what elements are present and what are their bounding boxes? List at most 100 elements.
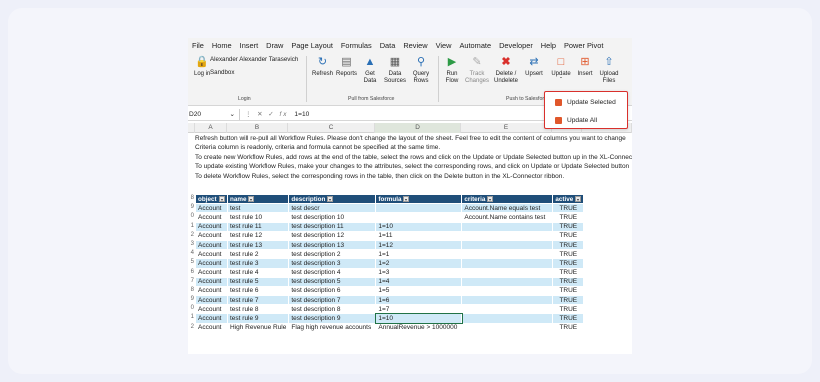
row-number[interactable]: 0 (188, 304, 194, 313)
header-object[interactable]: object (195, 193, 228, 205)
table-cell[interactable]: test description 11 (288, 221, 377, 232)
row-number[interactable]: 9 (188, 295, 194, 304)
menu-item[interactable]: Power Pivot (564, 41, 603, 50)
table-cell[interactable]: 1=2 (375, 258, 463, 269)
row-number[interactable]: 3 (188, 240, 194, 249)
refresh-button[interactable]: ↻ Refresh (312, 56, 333, 78)
table-cell[interactable]: Account (195, 313, 228, 324)
query-rows-button[interactable]: ⚲ Query Rows (410, 56, 432, 85)
table-cell[interactable]: TRUE (552, 230, 585, 241)
table-cell[interactable]: test rule 9 (226, 313, 290, 324)
filter-dropdown-icon[interactable] (575, 195, 582, 202)
menu-item[interactable]: Data (380, 41, 396, 50)
header-criteria[interactable]: criteria (461, 193, 554, 205)
header-description[interactable]: description (288, 193, 377, 205)
run-flow-button[interactable]: ▶ Run Flow (444, 56, 460, 85)
table-cell[interactable]: Account (195, 203, 228, 214)
table-cell[interactable]: 1=5 (375, 285, 463, 297)
menu-item[interactable]: Automate (459, 41, 491, 50)
upsert-button[interactable]: ⇄ Upsert (524, 56, 544, 78)
table-cell[interactable]: Account.Name equals test (461, 203, 554, 214)
table-cell[interactable]: test rule 13 (226, 239, 290, 251)
menu-item[interactable]: Draw (266, 41, 283, 50)
table-cell[interactable] (375, 212, 463, 223)
row-number[interactable]: 2 (188, 323, 194, 332)
table-cell[interactable]: test rule 8 (226, 304, 290, 315)
menu-item[interactable]: Insert (240, 41, 258, 50)
column-header[interactable]: D (375, 123, 461, 133)
upload-files-button[interactable]: ⇧ Upload Files (598, 56, 620, 85)
table-cell[interactable]: Account (195, 230, 228, 241)
table-cell[interactable]: 1=6 (375, 295, 463, 306)
table-cell[interactable]: test rule 2 (226, 249, 290, 260)
table-cell[interactable]: TRUE (552, 295, 585, 306)
update-all-item[interactable]: Update All (545, 113, 627, 128)
table-cell[interactable]: TRUE (552, 212, 585, 223)
table-cell[interactable]: 1=4 (375, 276, 463, 287)
table-cell[interactable] (461, 313, 554, 324)
table-cell[interactable] (461, 267, 554, 278)
table-cell[interactable] (461, 276, 554, 287)
formula-input[interactable]: 1=10 (294, 111, 309, 118)
table-cell[interactable]: test (226, 203, 290, 214)
table-cell[interactable]: Account (195, 249, 228, 260)
table-cell[interactable]: test description 3 (288, 258, 377, 269)
menu-item[interactable]: Help (541, 41, 556, 50)
table-cell[interactable] (461, 239, 554, 251)
row-number[interactable]: 5 (188, 258, 194, 267)
table-cell[interactable]: Account (195, 212, 228, 223)
table-cell[interactable]: test rule 5 (226, 276, 290, 287)
row-number[interactable]: 8 (188, 194, 194, 203)
delete-undelete-button[interactable]: ✖ Delete / Undelete (494, 56, 518, 85)
name-box[interactable]: D20 ⌄ (188, 108, 240, 120)
table-cell[interactable]: 1=10 (375, 221, 463, 232)
update-button[interactable]: □ Update ˇ (550, 56, 572, 85)
table-cell[interactable]: Account (195, 322, 228, 333)
table-cell[interactable]: 1=10 (374, 312, 463, 325)
table-cell[interactable] (461, 322, 554, 333)
table-cell[interactable]: test rule 7 (226, 295, 290, 306)
table-cell[interactable]: TRUE (552, 304, 585, 315)
row-number[interactable]: 1 (188, 313, 194, 322)
table-cell[interactable]: Flag high revenue accounts (288, 322, 377, 333)
table-cell[interactable]: test description 5 (288, 276, 377, 287)
table-cell[interactable]: Account (195, 239, 228, 251)
update-selected-item[interactable]: Update Selected (545, 95, 627, 110)
row-number[interactable]: 0 (188, 212, 194, 221)
menu-item[interactable]: View (436, 41, 452, 50)
table-cell[interactable]: test rule 11 (226, 221, 290, 232)
table-cell[interactable]: test rule 12 (226, 230, 290, 241)
table-cell[interactable]: TRUE (552, 267, 585, 278)
table-cell[interactable] (461, 221, 554, 232)
table-cell[interactable]: Account (195, 276, 228, 287)
filter-dropdown-icon[interactable] (248, 195, 255, 202)
table-cell[interactable]: TRUE (552, 203, 585, 214)
table-cell[interactable]: Account (195, 285, 228, 297)
header-active[interactable]: active (552, 193, 585, 205)
table-cell[interactable]: TRUE (552, 221, 585, 232)
table-cell[interactable]: test rule 10 (226, 212, 290, 223)
menu-item[interactable]: Page Layout (291, 41, 333, 50)
row-number[interactable]: 8 (188, 286, 194, 295)
table-cell[interactable]: test description 2 (288, 249, 377, 260)
table-cell[interactable]: High Revenue Rule (226, 322, 290, 333)
table-cell[interactable]: test rule 4 (226, 267, 290, 278)
table-cell[interactable]: Account (195, 267, 228, 278)
reports-button[interactable]: ▤ Reports (336, 56, 357, 78)
table-cell[interactable]: TRUE (552, 258, 585, 269)
row-number[interactable]: 2 (188, 231, 194, 240)
table-cell[interactable]: test description 12 (288, 230, 377, 241)
row-number[interactable]: 9 (188, 203, 194, 212)
column-header[interactable]: E (461, 123, 552, 133)
table-cell[interactable]: 1=7 (375, 304, 463, 315)
track-changes-button[interactable]: ✎ Track Changes (465, 56, 489, 85)
table-cell[interactable]: test description 9 (288, 313, 377, 324)
table-cell[interactable]: 1=11 (375, 230, 463, 241)
filter-dropdown-icon[interactable] (218, 195, 225, 202)
get-data-button[interactable]: ▲ Get Data (362, 56, 378, 85)
row-number[interactable]: 7 (188, 277, 194, 286)
table-cell[interactable]: 1=12 (375, 239, 463, 251)
table-cell[interactable]: 1=3 (375, 267, 463, 278)
column-header[interactable]: A (195, 123, 227, 133)
table-cell[interactable]: test description 6 (288, 285, 377, 297)
